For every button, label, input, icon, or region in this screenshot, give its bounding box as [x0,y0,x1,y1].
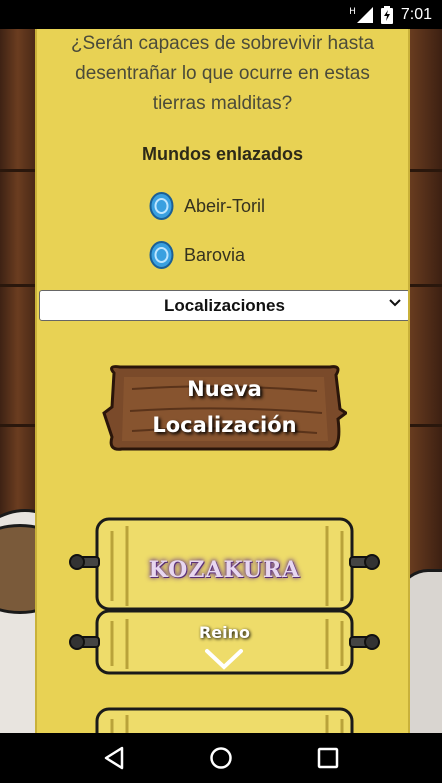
location-name: KOZAKURA [148,557,301,583]
new-location-button[interactable]: Nueva Localización [102,359,349,459]
back-triangle-icon [104,746,123,770]
back-button[interactable] [99,743,129,773]
blue-gem-icon [149,191,174,221]
chevron-down-icon [205,649,243,670]
location-card-partial[interactable] [67,705,382,733]
linked-worlds-title: Mundos enlazados [141,144,303,164]
intro-line-2: desentrañar lo que ocurre en estas [75,63,370,84]
linked-world-abeir-toril[interactable]: Abeir-Toril [149,191,265,221]
content-panel: ¿Serán capaces de sobrevivir hasta desen… [35,29,410,733]
status-bar: H 7:01 [0,0,442,29]
network-icon: H [349,6,373,23]
recents-button[interactable] [313,743,343,773]
intro-line-3: tierras malditas? [152,93,293,114]
navigation-bar [0,733,442,783]
scroll-icon [95,707,354,733]
home-circle-icon [210,747,232,769]
location-type: Reino [198,623,251,642]
linked-world-label: Abeir-Toril [184,195,266,216]
category-select[interactable]: Localizaciones [39,290,408,321]
recents-square-icon [318,747,339,769]
intro-text: ¿Serán capaces de sobrevivir hasta desen… [37,29,408,119]
blue-gem-icon [149,240,174,270]
new-location-label-line-1: Nueva [187,377,262,401]
linked-world-barovia[interactable]: Barovia [149,240,245,270]
battery-icon [380,5,393,24]
new-location-label-line-2: Localización [152,413,297,437]
linked-world-label: Barovia [184,244,246,265]
location-card-kozakura[interactable]: KOZAKURA Reino [67,511,382,681]
intro-line-1: ¿Serán capaces de sobrevivir hasta [70,33,375,54]
network-type-label: H [349,6,356,17]
clock: 7:01 [400,5,432,23]
home-button[interactable] [206,743,236,773]
category-select-value: Localizaciones [164,295,285,315]
chevron-down-icon [389,296,401,313]
